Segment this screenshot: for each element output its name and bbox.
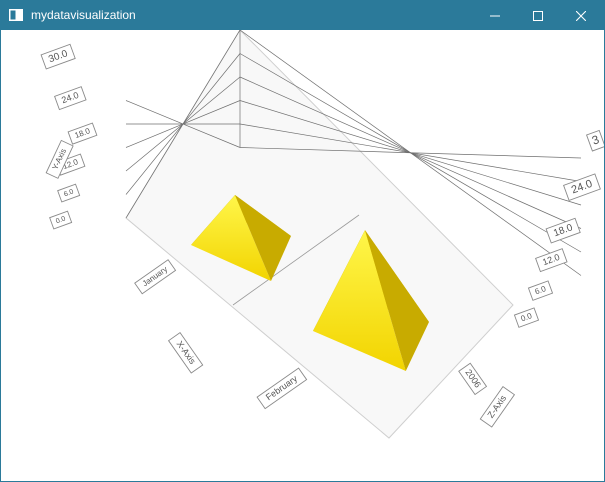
window-title: mydatavisualization [31,8,136,22]
y-tick-left-5: 30.0 [40,43,76,70]
y-tick-left-4: 24.0 [54,86,87,111]
floor [125,29,514,439]
y-tick-left-1: 6.0 [57,183,81,203]
x-category-february: February [256,367,308,410]
plot-area[interactable]: 0.0 6.0 12.0 18.0 24.0 30.0 Y-Axis 0.0 6.0 12.0 18… [1,29,604,481]
y-tick-right-4: 24.0 [563,173,601,201]
y-tick-right-3: 18.0 [545,217,581,244]
y-tick-right-5: 3 [586,129,604,152]
minimize-icon [490,15,500,16]
app-window: mydatavisualization 0.0 6.0 12.0 18.0 24… [0,0,605,482]
floor-plane [125,29,514,439]
bar3d-chart[interactable]: 0.06.012.018.024.030.0Y-Axis0.06.012.018… [1,29,604,481]
close-button[interactable] [558,1,604,30]
close-icon [576,10,586,21]
y-tick-right-1: 6.0 [527,280,554,301]
x-category-january: January [134,259,177,295]
title-bar[interactable]: mydatavisualization [1,1,604,30]
maximize-button[interactable] [515,1,561,30]
minimize-button[interactable] [472,1,518,30]
maximize-icon [533,10,543,21]
z-axis-title: Z-Axis [479,386,516,428]
app-window-icon [9,9,23,21]
z-category-2006: 2006 [458,362,488,396]
y-tick-right-0: 0.0 [513,307,540,328]
x-axis-title: X-Axis [167,332,204,374]
y-tick-left-3: 18.0 [67,122,98,145]
y-tick-right-2: 12.0 [535,248,568,273]
y-tick-left-0: 0.0 [49,210,73,230]
